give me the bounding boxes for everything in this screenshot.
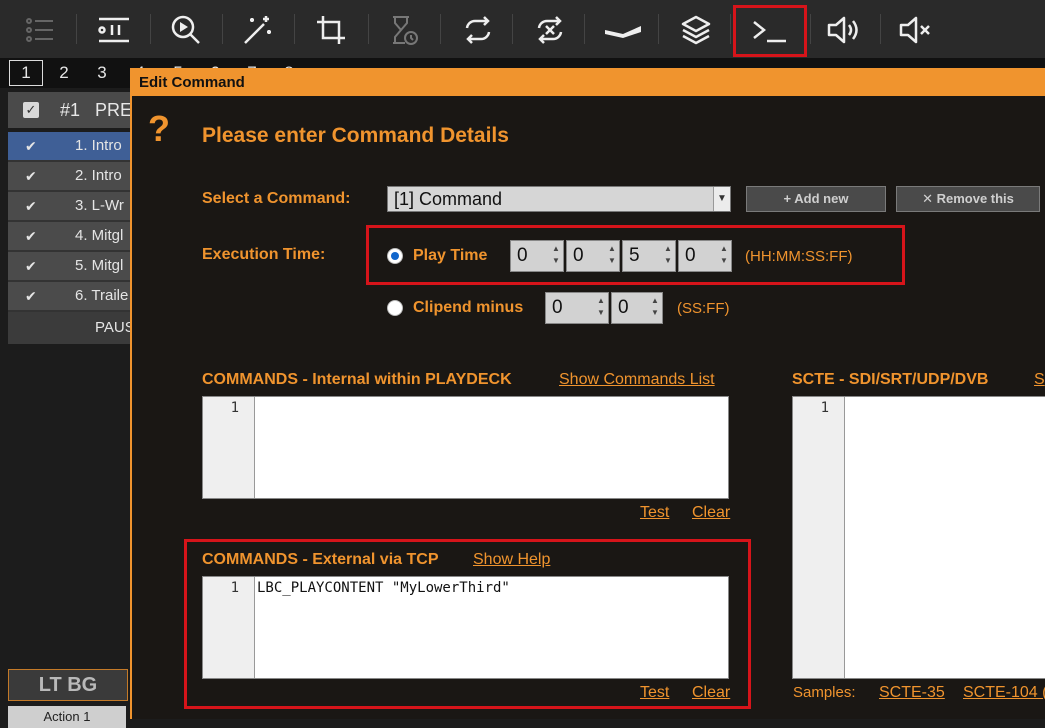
check-icon: ✔ <box>25 168 37 184</box>
mute-icon[interactable] <box>890 6 942 54</box>
question-icon: ? <box>148 108 170 149</box>
tab-2[interactable]: 2 <box>47 60 81 86</box>
edit-command-dialog: Edit Command ? Please enter Command Deta… <box>130 68 1045 719</box>
dialog-title: Edit Command <box>139 74 245 91</box>
samples-label: Samples: <box>793 684 856 701</box>
remove-this-button[interactable]: ✕ Remove this <box>896 186 1040 212</box>
playlist-pause-row[interactable]: PAUS <box>8 312 135 344</box>
show-commands-list-link[interactable]: Show Commands List <box>559 371 715 389</box>
external-clear-link[interactable]: Clear <box>692 684 730 702</box>
check-icon: ✔ <box>25 288 37 304</box>
loop-icon[interactable] <box>452 6 504 54</box>
playlist-title: PRE <box>95 100 133 120</box>
clipend-frames[interactable]: 0 ▲ ▼ <box>611 292 663 324</box>
play-time-label: Play Time <box>413 247 488 264</box>
hourglass-clock-icon[interactable] <box>378 6 430 54</box>
layers-icon[interactable] <box>670 6 722 54</box>
clipend-seconds[interactable]: 0 ▲ ▼ <box>545 292 609 324</box>
internal-commands-header: COMMANDS - Internal within PLAYDECK <box>202 371 512 388</box>
no-loop-icon[interactable] <box>524 6 576 54</box>
play-time-radio[interactable] <box>387 248 403 264</box>
search-play-icon[interactable] <box>160 6 212 54</box>
external-commands-text: LBC_PLAYCONTENT "MyLowerThird" <box>257 580 510 596</box>
play-time-minutes[interactable]: 0 ▲ ▼ <box>566 240 620 272</box>
internal-commands-editor[interactable]: 1 <box>202 396 729 499</box>
toolbar <box>0 0 1045 59</box>
check-icon: ✔ <box>25 228 37 244</box>
playlist-row[interactable]: ✔ 3. L-Wr <box>8 192 132 222</box>
lt-bg-button[interactable]: LT BG <box>8 669 128 701</box>
tab-3[interactable]: 3 <box>85 60 119 86</box>
play-time-frames[interactable]: 0 ▲ ▼ <box>678 240 732 272</box>
clipend-radio[interactable] <box>387 300 403 316</box>
check-icon: ✔ <box>25 258 37 274</box>
command-select[interactable]: [1] Command ▼ <box>387 186 731 212</box>
scte104-sample-link[interactable]: SCTE-104 ( <box>963 684 1045 702</box>
chevron-down-icon[interactable]: ▼ <box>713 187 730 211</box>
external-commands-editor[interactable]: 1 LBC_PLAYCONTENT "MyLowerThird" <box>202 576 729 679</box>
list-pause-icon[interactable] <box>88 6 140 54</box>
crop-icon[interactable] <box>305 6 357 54</box>
fade-icon[interactable] <box>597 6 649 54</box>
dialog-body: ? Please enter Command Details Select a … <box>132 96 1045 719</box>
scte-header: SCTE - SDI/SRT/UDP/DVB <box>792 371 989 388</box>
checkbox-icon[interactable]: ✓ <box>23 102 39 118</box>
execution-time-label: Execution Time: <box>202 246 326 263</box>
clipend-format: (SS:FF) <box>677 300 730 317</box>
volume-icon[interactable] <box>818 6 870 54</box>
check-icon: ✔ <box>25 138 37 154</box>
scte35-sample-link[interactable]: SCTE-35 <box>879 684 945 702</box>
select-command-label: Select a Command: <box>202 190 351 207</box>
tab-1[interactable]: 1 <box>9 60 43 86</box>
play-time-hours[interactable]: 0 ▲ ▼ <box>510 240 564 272</box>
action-button[interactable]: Action 1 <box>8 706 126 728</box>
line-number: 1 <box>230 580 239 596</box>
line-number: 1 <box>820 400 829 416</box>
scte-editor[interactable]: 1 <box>792 396 1045 679</box>
dialog-heading: Please enter Command Details <box>202 124 509 147</box>
show-help-link[interactable]: Show Help <box>473 551 550 569</box>
playlist-row[interactable]: ✔ 4. Mitgl <box>8 222 132 252</box>
playlist-number: #1 <box>60 100 81 120</box>
scte-show-link[interactable]: S <box>1034 371 1045 389</box>
internal-clear-link[interactable]: Clear <box>692 504 730 522</box>
playlist-row[interactable]: ✔ 1. Intro <box>8 132 132 162</box>
playlist-row[interactable]: ✔ 6. Traile <box>8 282 132 312</box>
external-commands-header: COMMANDS - External via TCP <box>202 551 439 568</box>
playlist-row[interactable]: ✔ 2. Intro <box>8 162 132 192</box>
playlist-row[interactable]: ✔ 5. Mitgl <box>8 252 132 282</box>
terminal-icon[interactable] <box>733 5 807 57</box>
add-new-button[interactable]: + Add new <box>746 186 886 212</box>
magic-wand-icon[interactable] <box>232 6 284 54</box>
playlist: ✓ #1 PRE ✔ 1. Intro ✔ 2. Intro ✔ 3. L-Wr ✔ 4… <box>8 92 135 344</box>
play-time-format: (HH:MM:SS:FF) <box>745 248 853 265</box>
clipend-label: Clipend minus <box>413 299 524 316</box>
check-icon: ✔ <box>25 198 37 214</box>
play-time-seconds[interactable]: 5 ▲ ▼ <box>622 240 676 272</box>
internal-test-link[interactable]: Test <box>640 504 669 522</box>
playlist-header[interactable]: ✓ #1 PRE <box>8 92 132 128</box>
line-number: 1 <box>230 400 239 416</box>
list-icon[interactable] <box>14 6 66 54</box>
external-test-link[interactable]: Test <box>640 684 669 702</box>
